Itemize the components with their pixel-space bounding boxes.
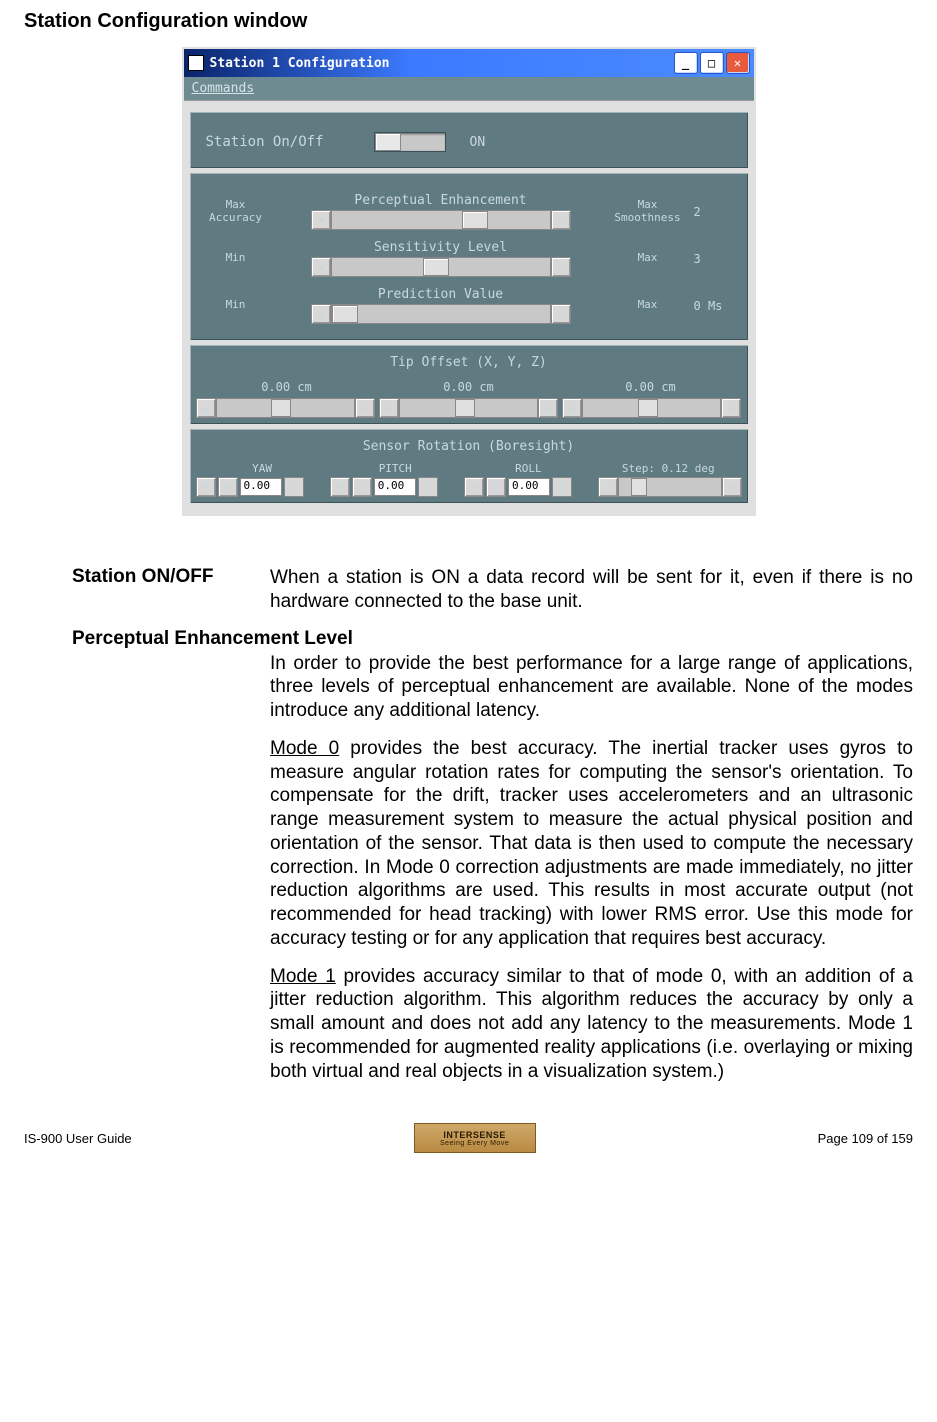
tip-y-dec-button[interactable]: ◄ (379, 398, 399, 418)
panel-onoff: Station On/Off ON (190, 112, 748, 168)
perceptual-value: 2 (690, 205, 742, 219)
desc-station-onoff-label: Station ON/OFF (72, 566, 270, 588)
step-thumb[interactable] (631, 478, 647, 496)
station-config-window: Station 1 Configuration _ □ ✕ Commands S… (182, 47, 756, 516)
desc-station-onoff-text: When a station is ON a data record will … (270, 566, 913, 614)
roll-clear-button[interactable]: ✕ (552, 477, 572, 497)
desc-mode1: Mode 1 provides accuracy similar to that… (270, 965, 913, 1084)
tip-x-thumb[interactable] (271, 399, 291, 417)
menu-commands-rest[interactable]: ommands (199, 81, 254, 96)
yaw-label: YAW (196, 462, 329, 475)
titlebar: Station 1 Configuration _ □ ✕ (184, 49, 754, 77)
footer-right: Page 109 of 159 (818, 1131, 913, 1146)
prediction-thumb[interactable] (332, 305, 358, 323)
close-button[interactable]: ✕ (726, 52, 750, 74)
sensitivity-inc-button[interactable]: ► (551, 257, 571, 277)
window-title: Station 1 Configuration (210, 56, 390, 71)
prediction-dec-button[interactable]: ◄ (311, 304, 331, 324)
tip-y-thumb[interactable] (455, 399, 475, 417)
step-slider[interactable]: ◄ ► (598, 477, 741, 497)
perceptual-right-label: MaxSmoothness (606, 199, 690, 223)
step-label: Step: 0.12 deg (595, 462, 741, 475)
minimize-button[interactable]: _ (674, 52, 698, 74)
perceptual-title: Perceptual Enhancement (354, 193, 526, 208)
perceptual-dec-button[interactable]: ◄ (311, 210, 331, 230)
maximize-button[interactable]: □ (700, 52, 724, 74)
tip-z-thumb[interactable] (638, 399, 658, 417)
panel-tip-offset: Tip Offset (X, Y, Z) 0.00 cm 0.00 cm 0.0… (190, 345, 748, 424)
pitch-inc-button[interactable]: ► (352, 477, 372, 497)
pitch-dec-button[interactable]: ◄ (330, 477, 350, 497)
pitch-label: PITCH (329, 462, 462, 475)
roll-label: ROLL (462, 462, 595, 475)
tip-y-slider[interactable]: ◄► (379, 398, 558, 418)
perceptual-left-label: MaxAccuracy (196, 199, 276, 223)
footer-left: IS-900 User Guide (24, 1131, 132, 1146)
pitch-clear-button[interactable]: ✕ (418, 477, 438, 497)
step-inc-button[interactable]: ► (722, 477, 742, 497)
sensitivity-right-label: Max (606, 252, 690, 264)
step-dec-button[interactable]: ◄ (598, 477, 618, 497)
mode0-head: Mode 0 (270, 738, 339, 759)
onoff-toggle[interactable] (374, 132, 446, 152)
tip-z-slider[interactable]: ◄► (562, 398, 741, 418)
prediction-value: 0 Ms (690, 299, 742, 313)
onoff-state-text: ON (470, 135, 486, 150)
tip-z-value: 0.00 cm (566, 380, 736, 394)
menu-bar: Commands (184, 77, 754, 101)
sensitivity-dec-button[interactable]: ◄ (311, 257, 331, 277)
roll-dec-button[interactable]: ◄ (464, 477, 484, 497)
tip-z-inc-button[interactable]: ► (721, 398, 741, 418)
roll-inc-button[interactable]: ► (486, 477, 506, 497)
desc-pel-heading: Perceptual Enhancement Level (72, 628, 913, 650)
yaw-dec-button[interactable]: ◄ (196, 477, 216, 497)
tip-z-dec-button[interactable]: ◄ (562, 398, 582, 418)
tip-x-slider[interactable]: ◄► (196, 398, 375, 418)
prediction-right-label: Max (606, 299, 690, 311)
sensitivity-left-label: Min (196, 252, 276, 264)
doc-section-heading: Station Configuration window (24, 10, 913, 33)
window-icon (188, 55, 204, 71)
boresight-title: Sensor Rotation (Boresight) (196, 439, 742, 454)
yaw-input[interactable]: 0.00 (240, 478, 282, 496)
prediction-slider[interactable]: ◄ ► (311, 304, 571, 324)
sensitivity-thumb[interactable] (423, 258, 449, 276)
logo-top: INTERSENSE (443, 1130, 506, 1140)
mode0-text: provides the best accuracy. The inertial… (270, 738, 913, 949)
desc-pel-intro: In order to provide the best performance… (270, 652, 913, 723)
prediction-inc-button[interactable]: ► (551, 304, 571, 324)
sensitivity-value: 3 (690, 252, 742, 266)
sensitivity-slider[interactable]: ◄ ► (311, 257, 571, 277)
tip-offset-title: Tip Offset (X, Y, Z) (196, 355, 742, 370)
roll-input[interactable]: 0.00 (508, 478, 550, 496)
yaw-inc-button[interactable]: ► (218, 477, 238, 497)
mode1-head: Mode 1 (270, 966, 336, 987)
tip-y-value: 0.00 cm (384, 380, 554, 394)
mode1-text: provides accuracy similar to that of mod… (270, 966, 913, 1082)
prediction-title: Prediction Value (378, 287, 503, 302)
tip-y-inc-button[interactable]: ► (538, 398, 558, 418)
toggle-knob[interactable] (375, 133, 401, 151)
panel-boresight: Sensor Rotation (Boresight) YAW PITCH RO… (190, 429, 748, 503)
perceptual-inc-button[interactable]: ► (551, 210, 571, 230)
desc-mode0: Mode 0 provides the best accuracy. The i… (270, 737, 913, 951)
panel-sliders: MaxAccuracy Perceptual Enhancement ◄ ► M… (190, 173, 748, 340)
perceptual-thumb[interactable] (462, 211, 488, 229)
pitch-input[interactable]: 0.00 (374, 478, 416, 496)
intersense-logo: INTERSENSE Seeing Every Move (414, 1123, 536, 1153)
page-footer: IS-900 User Guide INTERSENSE Seeing Ever… (0, 1123, 937, 1153)
logo-bottom: Seeing Every Move (440, 1140, 509, 1147)
sensitivity-title: Sensitivity Level (374, 240, 507, 255)
screenshot-figure: Station 1 Configuration _ □ ✕ Commands S… (24, 47, 913, 516)
tip-x-value: 0.00 cm (202, 380, 372, 394)
yaw-clear-button[interactable]: ✕ (284, 477, 304, 497)
tip-x-dec-button[interactable]: ◄ (196, 398, 216, 418)
perceptual-slider[interactable]: ◄ ► (311, 210, 571, 230)
onoff-label: Station On/Off (206, 134, 366, 150)
prediction-left-label: Min (196, 299, 276, 311)
tip-x-inc-button[interactable]: ► (355, 398, 375, 418)
